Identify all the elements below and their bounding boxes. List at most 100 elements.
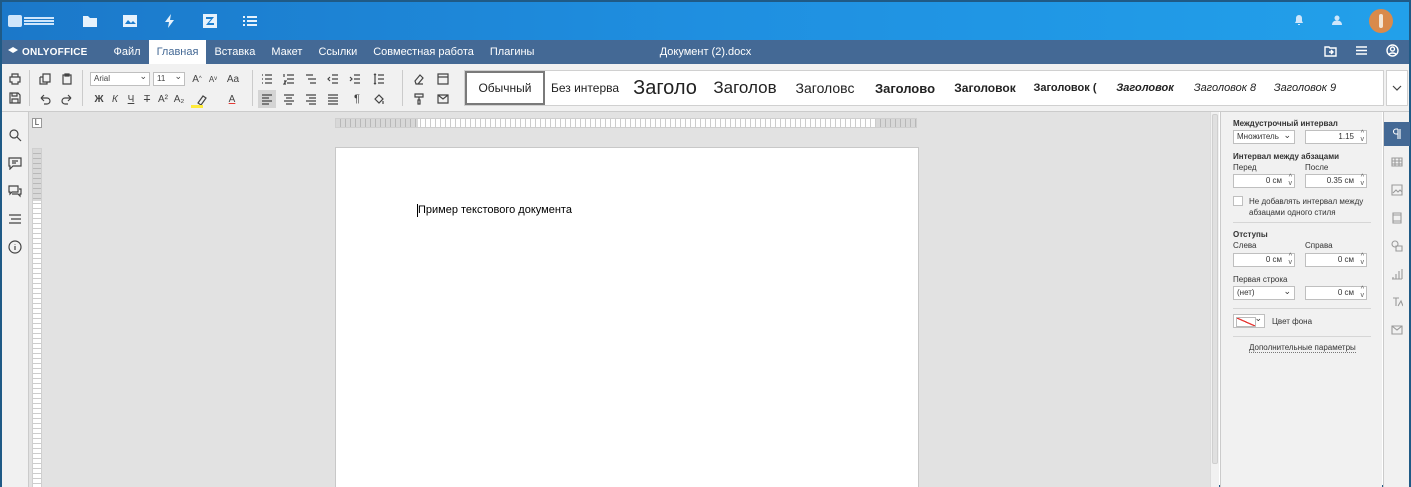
spacing-before-input[interactable]: 0 см ^ v xyxy=(1233,174,1295,188)
document-page[interactable]: Пример текстового документа xyxy=(335,147,919,487)
tab-file[interactable]: Файл xyxy=(106,40,149,64)
avatar[interactable] xyxy=(1369,9,1393,33)
people-icon[interactable] xyxy=(1331,14,1343,29)
style-item[interactable]: Обычный xyxy=(465,71,545,105)
style-item[interactable]: Заголовок 8 xyxy=(1185,71,1265,105)
vertical-ruler[interactable] xyxy=(32,148,42,487)
document-text[interactable]: Пример текстового документа xyxy=(417,204,572,217)
align-center-icon[interactable] xyxy=(280,90,298,108)
view-settings-icon[interactable] xyxy=(1355,44,1368,60)
mail-merge-icon[interactable] xyxy=(434,90,452,108)
chat-icon[interactable] xyxy=(8,184,22,198)
advanced-settings-link[interactable]: Дополнительные параметры xyxy=(1249,343,1356,353)
align-justify-icon[interactable] xyxy=(324,90,342,108)
style-item[interactable]: Заголо xyxy=(625,71,705,105)
change-case-label: Aa xyxy=(226,73,240,85)
subscript-button[interactable]: A₂ xyxy=(170,90,188,108)
style-item[interactable]: Заголовок xyxy=(1105,71,1185,105)
onlyoffice-logo[interactable]: ONLYOFFICE xyxy=(8,47,88,58)
after-label: После xyxy=(1305,163,1329,172)
paragraph-settings-icon[interactable] xyxy=(1384,122,1410,146)
indent-right-label: Справа xyxy=(1305,241,1333,250)
background-color-picker[interactable]: ⌄ xyxy=(1233,314,1265,328)
redo-icon[interactable] xyxy=(58,90,76,108)
clear-style-icon[interactable] xyxy=(410,70,428,88)
open-file-location-icon[interactable] xyxy=(1324,44,1337,60)
style-item[interactable]: Заголовс xyxy=(785,71,865,105)
table-settings-icon[interactable] xyxy=(1384,150,1410,174)
first-line-mode-select[interactable]: (нет) ⌄ xyxy=(1233,286,1295,300)
navigation-icon[interactable] xyxy=(8,212,22,226)
chart-settings-icon[interactable] xyxy=(1384,262,1410,286)
line-spacing-icon[interactable] xyxy=(370,70,388,88)
style-item[interactable]: Заголовок xyxy=(945,71,1025,105)
style-item[interactable]: Заголовок 9 xyxy=(1265,71,1345,105)
shape-settings-icon[interactable] xyxy=(1384,234,1410,258)
scrollbar-thumb[interactable] xyxy=(1212,114,1218,464)
font-name-select[interactable]: Arial xyxy=(90,70,150,86)
tab-home[interactable]: Главная xyxy=(148,40,207,64)
indent-left-input[interactable]: 0 см ^ v xyxy=(1233,253,1295,267)
tab-plugins[interactable]: Плагины xyxy=(482,40,543,64)
font-size-select[interactable]: 11 xyxy=(153,70,185,86)
align-left-icon[interactable] xyxy=(258,90,276,108)
header-footer-settings-icon[interactable] xyxy=(1384,206,1410,230)
folder-icon[interactable] xyxy=(82,13,98,29)
print-icon[interactable] xyxy=(6,70,24,88)
vertical-scrollbar[interactable] xyxy=(1210,112,1219,487)
tab-layout[interactable]: Макет xyxy=(263,40,310,64)
style-item[interactable]: Заголово xyxy=(865,71,945,105)
style-item[interactable]: Без интерва xyxy=(545,71,625,105)
font-color-button[interactable]: A xyxy=(220,90,244,108)
tab-stop-selector[interactable]: L xyxy=(32,118,42,128)
style-item[interactable]: Заголов xyxy=(705,71,785,105)
horizontal-ruler[interactable] xyxy=(335,118,917,128)
decrease-font-button[interactable]: Av xyxy=(204,70,222,88)
image-icon[interactable] xyxy=(122,13,138,29)
copy-style-icon[interactable] xyxy=(410,90,428,108)
line-spacing-mode-select[interactable]: Множитель ⌄ xyxy=(1233,130,1295,144)
portal-logo[interactable] xyxy=(8,13,58,29)
color-scheme-icon[interactable] xyxy=(434,70,452,88)
dont-add-spacing-label: Не добавлять интервал между абзацами одн… xyxy=(1249,197,1364,217)
paste-icon[interactable] xyxy=(58,70,76,88)
first-line-value-input[interactable]: 0 см ^ v xyxy=(1305,286,1367,300)
style-item[interactable]: Заголовок ( xyxy=(1025,71,1105,105)
info-icon[interactable] xyxy=(8,240,22,254)
decrease-indent-icon[interactable] xyxy=(324,70,342,88)
mail-merge-settings-icon[interactable] xyxy=(1384,318,1410,342)
bell-icon[interactable] xyxy=(1293,14,1305,29)
first-line-label: Первая строка xyxy=(1233,275,1288,284)
dont-add-spacing-checkbox[interactable] xyxy=(1233,196,1243,206)
text-art-settings-icon[interactable] xyxy=(1384,290,1410,314)
list-icon[interactable] xyxy=(242,13,258,29)
comments-icon[interactable] xyxy=(8,156,22,171)
highlight-color-button[interactable] xyxy=(188,90,216,108)
search-icon[interactable] xyxy=(8,128,22,142)
undo-icon[interactable] xyxy=(36,90,54,108)
shading-icon[interactable] xyxy=(370,90,388,108)
tab-collaboration[interactable]: Совместная работа xyxy=(365,40,482,64)
tab-references[interactable]: Ссылки xyxy=(310,40,365,64)
zoom-app-icon[interactable] xyxy=(202,13,218,29)
line-spacing-value-input[interactable]: 1.15 ^ v xyxy=(1305,130,1367,144)
lightning-icon[interactable] xyxy=(162,13,178,29)
save-icon[interactable] xyxy=(6,89,24,107)
change-case-button[interactable]: Aa xyxy=(222,70,244,88)
multilevel-list-icon[interactable] xyxy=(302,70,320,88)
copy-icon[interactable] xyxy=(36,70,54,88)
chevron-down-icon[interactable] xyxy=(1386,70,1408,106)
numbered-list-icon[interactable] xyxy=(280,70,298,88)
style-gallery: Обычный Без интерва Заголо Заголов Заголовс З… xyxy=(464,70,1384,106)
align-right-icon[interactable] xyxy=(302,90,320,108)
document-canvas[interactable]: L Пример текстового документа xyxy=(29,112,1219,487)
tab-insert[interactable]: Вставка xyxy=(206,40,263,64)
image-settings-icon[interactable] xyxy=(1384,178,1410,202)
user-icon[interactable] xyxy=(1386,44,1399,60)
spacing-after-input[interactable]: 0.35 см ^ v xyxy=(1305,174,1367,188)
bullet-list-icon[interactable] xyxy=(258,70,276,88)
paragraph-marks-icon[interactable]: ¶ xyxy=(348,90,366,108)
increase-indent-icon[interactable] xyxy=(346,70,364,88)
indent-right-input[interactable]: 0 см ^ v xyxy=(1305,253,1367,267)
onlyoffice-logo-text: ONLYOFFICE xyxy=(22,46,88,58)
